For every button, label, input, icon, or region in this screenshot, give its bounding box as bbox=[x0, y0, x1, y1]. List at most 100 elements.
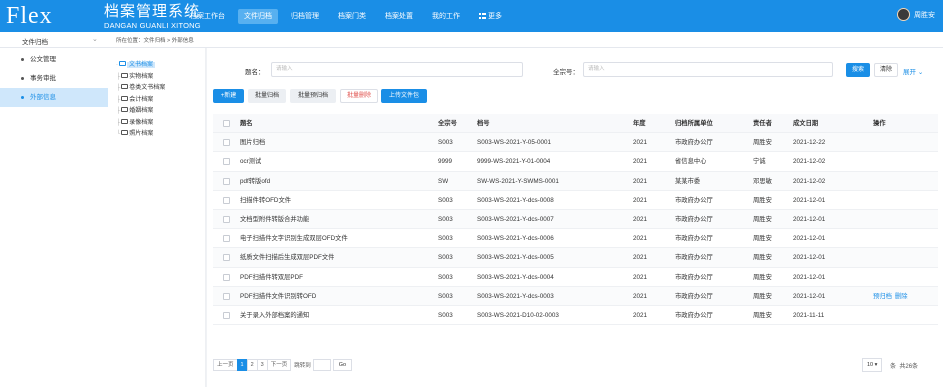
cell-year: 2021 bbox=[633, 311, 648, 319]
nav-item-6[interactable]: 更多 bbox=[473, 9, 508, 24]
table-row[interactable]: ocr测试 9999 9999-WS-2021-Y-01-0004 2021 省信息中心… bbox=[213, 152, 938, 172]
cell-fonds: S003 bbox=[438, 139, 453, 147]
table-row[interactable]: 文档型附件转版合并功能 S003 S003-WS-2021-Y-dcs-0007 20… bbox=[213, 209, 938, 230]
tree-node-label: 照片档案 bbox=[129, 131, 154, 137]
upload-package-button[interactable]: 上传文件包 bbox=[381, 89, 427, 103]
cell-date: 2021-11-11 bbox=[793, 311, 825, 319]
goto-page-input[interactable] bbox=[312, 359, 331, 371]
clear-button[interactable]: 清除 bbox=[874, 63, 898, 77]
nav-item-4[interactable]: 档案处置 bbox=[379, 9, 419, 24]
table-row[interactable]: pdf转版ofd SW SW-WS-2021-Y-SWMS-0001 2021 某某市委… bbox=[213, 171, 938, 191]
nav-item-3[interactable]: 档案门类 bbox=[332, 9, 372, 24]
nav-item-label: 归档管理 bbox=[291, 13, 319, 20]
cell-unit: 市政府办公厅 bbox=[675, 273, 713, 281]
table-row[interactable]: 关于录入外部档案的通知 S003 S003-WS-2021-D10-02-0003 2… bbox=[213, 306, 938, 326]
cell-code: S003-WS-2021-Y-dcs-0008 bbox=[477, 196, 554, 204]
cell-fonds: S003 bbox=[438, 235, 453, 243]
cell-unit: 市政府办公厅 bbox=[675, 215, 713, 223]
cell-year: 2021 bbox=[633, 177, 648, 185]
folder-icon bbox=[121, 84, 129, 89]
action-link[interactable]: 预归档 bbox=[873, 293, 892, 300]
module-title: 文件归档 bbox=[22, 39, 48, 46]
top-bar: Flex 档案管理系统 DANGAN GUANLI XITONG 档案工作台 文件… bbox=[0, 0, 943, 32]
sidebar-item-1[interactable]: 事务审批 bbox=[0, 69, 108, 88]
sidebar-item-0[interactable]: 公文管理 bbox=[0, 50, 108, 69]
title-search-input[interactable]: 请输入 bbox=[271, 62, 523, 77]
batch-delete-button[interactable]: 批量删除 bbox=[340, 89, 378, 103]
cell-year: 2021 bbox=[633, 158, 648, 166]
row-checkbox[interactable] bbox=[223, 215, 230, 223]
cell-code: S003-WS-2021-Y-dcs-0005 bbox=[477, 254, 554, 262]
cell-owner: 周胜安 bbox=[753, 311, 772, 319]
table-row[interactable]: 图片归档 S003 S003-WS-2021-Y-05-0001 2021 市政府办公厅… bbox=[213, 133, 938, 153]
row-checkbox[interactable] bbox=[223, 177, 230, 185]
folder-icon bbox=[121, 118, 129, 124]
go-button[interactable]: Go bbox=[332, 359, 353, 371]
breadcrumb: 所在位置：文件归档 > 外部信息 bbox=[108, 32, 943, 48]
select-all-checkbox[interactable] bbox=[223, 120, 230, 127]
nav-item-1[interactable]: 文件归档 bbox=[238, 9, 278, 24]
table-row[interactable]: 扫描件转OFD文件 S003 S003-WS-2021-Y-dcs-0008 2021… bbox=[213, 191, 938, 210]
user-menu[interactable]: 周胜安 bbox=[897, 8, 935, 21]
cell-date: 2021-12-01 bbox=[793, 215, 826, 223]
table-row[interactable]: PDF扫描件文件识别转OFD S003 S003-WS-2021-Y-dcs-000… bbox=[213, 286, 938, 306]
row-checkbox[interactable] bbox=[223, 196, 230, 204]
title-filter-label: 题名： bbox=[245, 69, 265, 76]
tree-node-4[interactable]: ├ 婚姻档案 bbox=[116, 105, 153, 114]
nav-item-0[interactable]: 档案工作台 bbox=[184, 9, 231, 24]
tree-node-3[interactable]: ├ 会计档案 bbox=[116, 94, 153, 103]
column-header: 题名 bbox=[240, 120, 253, 127]
column-header: 归档所属单位 bbox=[675, 120, 713, 127]
cell-title: 纸质文件扫描后生成双层PDF文件 bbox=[240, 254, 335, 262]
cell-unit: 市政府办公厅 bbox=[675, 254, 713, 262]
batch-archive-button[interactable]: 批量归档 bbox=[248, 89, 286, 103]
tree-connector: ├ bbox=[116, 119, 121, 126]
cell-date: 2021-12-01 bbox=[793, 292, 826, 300]
cell-date: 2021-12-01 bbox=[793, 235, 826, 243]
folder-icon bbox=[121, 72, 129, 78]
tree-node-label: 文书档案 bbox=[127, 62, 156, 68]
tree-node-1[interactable]: ├ 实物档案 bbox=[116, 71, 153, 80]
tree-node-6[interactable]: └ 照片档案 bbox=[116, 128, 153, 137]
search-button[interactable]: 搜索 bbox=[846, 63, 870, 77]
nav-item-2[interactable]: 归档管理 bbox=[285, 9, 325, 24]
tree-node-5[interactable]: ├ 录像档案 bbox=[116, 117, 153, 126]
row-checkbox[interactable] bbox=[223, 311, 230, 319]
table-row[interactable]: PDF扫描件转双层PDF S003 S003-WS-2021-Y-dcs-0004 2… bbox=[213, 268, 938, 287]
module-switcher[interactable]: 文件归档 ⌄ bbox=[0, 32, 108, 48]
sidebar-item-2[interactable]: 外部信息 bbox=[0, 88, 108, 107]
nav-item-label: 更多 bbox=[488, 13, 502, 20]
page-size-select[interactable]: 10 ▾ bbox=[862, 358, 883, 372]
expand-label: 展开 bbox=[903, 69, 916, 76]
row-checkbox[interactable] bbox=[223, 273, 230, 281]
cell-owner: 周胜安 bbox=[753, 292, 772, 300]
table-header: 题名 全宗号 档号 年度 归档所属单位 责任者 成文日期 操作 bbox=[213, 114, 938, 134]
action-link[interactable]: 删除 bbox=[895, 293, 908, 300]
row-checkbox[interactable] bbox=[223, 292, 230, 300]
row-checkbox[interactable] bbox=[223, 254, 230, 262]
cell-owner: 邓思敏 bbox=[753, 177, 772, 185]
cell-year: 2021 bbox=[633, 273, 648, 281]
batch-pre-archive-button[interactable]: 批量预归档 bbox=[290, 89, 336, 103]
cell-fonds: S003 bbox=[438, 273, 453, 281]
cell-title: PDF扫描件文件识别转OFD bbox=[240, 292, 317, 300]
pagination: 上一页 1 2 3 下一页 跳转到 Go bbox=[213, 359, 353, 371]
cell-title: 扫描件转OFD文件 bbox=[240, 196, 292, 204]
next-page-button[interactable]: 下一页 bbox=[266, 359, 292, 371]
row-checkbox[interactable] bbox=[223, 139, 230, 147]
cell-year: 2021 bbox=[633, 196, 648, 204]
prev-page-button[interactable]: 上一页 bbox=[213, 359, 238, 371]
expand-filters-link[interactable]: 展开 ⌄ bbox=[903, 66, 923, 76]
tree-node-2[interactable]: ├ 卷类文书档案 bbox=[116, 82, 165, 91]
new-button[interactable]: +新建 bbox=[213, 89, 244, 103]
cell-owner: 周胜安 bbox=[753, 139, 772, 147]
tree-connector: ├ bbox=[116, 96, 121, 103]
fonds-search-input[interactable]: 请输入 bbox=[583, 62, 833, 77]
table-row[interactable]: 纸质文件扫描后生成双层PDF文件 S003 S003-WS-2021-Y-dcs-0… bbox=[213, 248, 938, 268]
row-checkbox[interactable] bbox=[223, 235, 230, 243]
nav-item-5[interactable]: 我的工作 bbox=[426, 9, 466, 24]
tree-node-0[interactable]: · 文书档案 bbox=[116, 59, 156, 68]
table-row[interactable]: 电子扫描件文字识别生成双层OFD文件 S003 S003-WS-2021-Y-dcs… bbox=[213, 229, 938, 249]
cell-code: 9999-WS-2021-Y-01-0004 bbox=[477, 158, 551, 166]
row-checkbox[interactable] bbox=[223, 158, 230, 166]
